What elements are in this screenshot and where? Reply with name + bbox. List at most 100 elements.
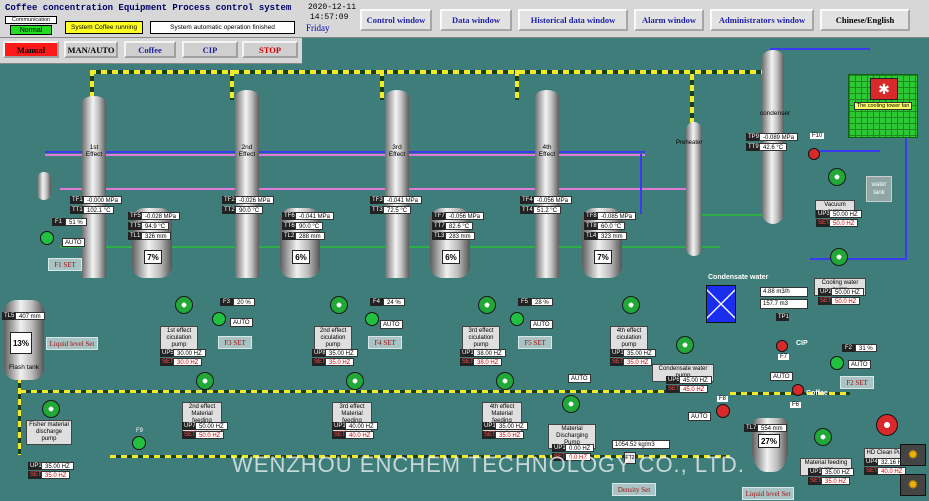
nav-administrators-window[interactable]: Administrators window (710, 9, 814, 31)
effect-1-temperature: TT1 102.1 °C (70, 206, 115, 214)
final-feed-pump-icon[interactable] (814, 428, 832, 446)
valve-f6-icon[interactable] (792, 384, 804, 396)
discharge-auto-label: AUTO (568, 374, 591, 383)
f5-set-button[interactable]: F5 SET (518, 336, 552, 349)
fisher-discharge-pump-icon[interactable] (42, 400, 60, 418)
effect-3-pressure: TF3 -0.041 MPa (370, 196, 423, 204)
circulation-pump-1-icon[interactable] (175, 296, 193, 314)
valve-f2-icon[interactable] (830, 356, 844, 370)
tank-2-level: TL2 288 mm (282, 232, 325, 240)
date: 2020-12-11 (308, 3, 357, 12)
stop-button[interactable]: STOP (242, 41, 298, 58)
feed-pump-4-set[interactable]: SET 35.0 HZ (482, 431, 525, 439)
vacuum-pump-icon[interactable] (828, 168, 846, 186)
f1-set-button[interactable]: F1 SET (48, 258, 82, 271)
circulation-pump-2-set[interactable]: SET 35.0 HZ (312, 358, 355, 366)
valve-f9-label: F9 (136, 428, 144, 434)
circulation-pump-1-freq: UP5 30.00 HZ (160, 349, 206, 357)
effect-2-pressure: TF2 -0.026 MPa (222, 196, 275, 204)
f7-auto-label: AUTO (770, 372, 793, 381)
effect-1-pressure: TF1 -0.000 MPa (70, 196, 123, 204)
feed-pump-4-icon[interactable] (496, 372, 514, 390)
valve-f7-label: F7 (778, 354, 790, 360)
app-title: Coffee concentration Equipment Process c… (5, 3, 292, 13)
tank-3-pressure: TF7 -0.056 MPa (432, 212, 485, 220)
tank-2-pressure: TF6 -0.041 MPa (282, 212, 335, 220)
manual-button[interactable]: Manual (3, 41, 59, 58)
tank-4-level: TL4 323 mm (584, 232, 627, 240)
feed-pump-3-set[interactable]: SET 40.0 HZ (332, 431, 375, 439)
fisher-discharge-pump-freq: UP15 35.00 HZ (28, 462, 74, 470)
heat-exchanger-icon (706, 285, 736, 323)
circulation-pump-3-freq: UP11 38.00 HZ (460, 349, 506, 357)
gear-icon[interactable]: ✹ (900, 474, 926, 496)
product-line (700, 214, 770, 216)
circulation-pump-3-label: 3rd effect ciculation pump (462, 326, 500, 351)
gear-icon[interactable]: ✹ (900, 444, 926, 466)
f5-auto-label: AUTO (530, 320, 553, 329)
feed-pump-2-set[interactable]: SET 50.0 HZ (182, 431, 225, 439)
valve-f8-label: F8 (717, 396, 729, 402)
fisher-discharge-pump-label: Fisher material discharge pump (26, 420, 72, 445)
cooling-water-pump-set[interactable]: SET 50.0 HZ (818, 297, 861, 305)
tank-1-level: TL1 326 mm (128, 232, 171, 240)
cip-button[interactable]: CIP (182, 41, 238, 58)
valve-f6-label: F6 (790, 402, 802, 408)
circulation-pump-4-set[interactable]: SET 35.0 HZ (610, 358, 653, 366)
valve-f4-icon[interactable] (365, 312, 379, 326)
flowmeter-f4: F4 24 % (370, 298, 405, 306)
final-tank-level-set-button[interactable]: Liquid level Set (742, 487, 794, 500)
f4-set-button[interactable]: F4 SET (368, 336, 402, 349)
feed-pump-3-icon[interactable] (346, 372, 364, 390)
discharging-pump-icon[interactable] (562, 395, 580, 413)
coffee-button[interactable]: Coffee (124, 41, 176, 58)
cooling-return-line (810, 258, 907, 260)
discharge-line-bottom (20, 390, 680, 393)
condenser-label: condenser (759, 110, 791, 117)
valve-f5-icon[interactable] (510, 312, 524, 326)
f2-set-button[interactable]: F2 SET (840, 376, 874, 389)
nav-historical-data-window[interactable]: Historical data window (518, 9, 628, 31)
circulation-pump-3-set[interactable]: SET 38.0 HZ (460, 358, 503, 366)
effect-4-pressure: TF4 -0.056 MPa (520, 196, 573, 204)
water-tank: water tank (866, 176, 892, 202)
nav-data-window[interactable]: Data window (440, 9, 512, 31)
valve-f3-icon[interactable] (212, 312, 226, 326)
valve-f1-icon[interactable] (40, 231, 54, 245)
circulation-pump-1-set[interactable]: SET 30.0 HZ (160, 358, 203, 366)
fisher-discharge-pump-set[interactable]: SET 35.0 HZ (28, 471, 71, 479)
feed-pump-3-freq: UP10 40.00 HZ (332, 422, 378, 430)
circulation-pump-2-icon[interactable] (330, 296, 348, 314)
hd-clean-pump-icon[interactable] (876, 414, 898, 436)
final-feed-pump-set[interactable]: SET 35.0 HZ (808, 477, 851, 485)
cooling-tower-fan-icon[interactable]: ✱ (870, 78, 898, 100)
valve-f8-icon[interactable] (716, 404, 730, 418)
valve-f10-icon[interactable] (808, 148, 820, 160)
f2-auto-label: AUTO (848, 360, 871, 369)
circulation-pump-4-icon[interactable] (622, 296, 640, 314)
nav-control-window[interactable]: Control window (360, 9, 432, 31)
nav-language-toggle[interactable]: Chinese/English (820, 9, 910, 31)
effect-3-column (385, 102, 409, 278)
final-feed-pump-freq: UP1 35.00 HZ (808, 468, 854, 476)
weekday: Friday (306, 23, 330, 33)
feed-pump-4-freq: UP12 35.00 HZ (482, 422, 528, 430)
cooling-water-pump-icon[interactable] (830, 248, 848, 266)
effect-3-percent: 6% (442, 250, 460, 264)
f3-set-button[interactable]: F3 SET (218, 336, 252, 349)
valve-f7-icon[interactable] (776, 340, 788, 352)
effect-2-column (235, 102, 259, 278)
condensate-water-pump-set[interactable]: SET 45.0 HZ (666, 385, 709, 393)
valve-f9-icon[interactable] (132, 436, 146, 450)
feed-pump-2-icon[interactable] (196, 372, 214, 390)
circulation-pump-3-icon[interactable] (478, 296, 496, 314)
flash-tank-level-set-button[interactable]: Liquid level Set (46, 337, 98, 350)
vapor-line (380, 70, 384, 100)
density-set-button[interactable]: Density Set (612, 483, 656, 496)
vacuum-pump-set[interactable]: SET 50.0 HZ (816, 219, 859, 227)
man-auto-button[interactable]: MAN/AUTO (64, 41, 118, 58)
effect-1-label: 1st Effect (85, 144, 103, 158)
condensate-water-pump-icon[interactable] (676, 336, 694, 354)
nav-alarm-window[interactable]: Alarm window (634, 9, 704, 31)
condenser-temperature: TT9 42.6 °C (746, 143, 788, 151)
